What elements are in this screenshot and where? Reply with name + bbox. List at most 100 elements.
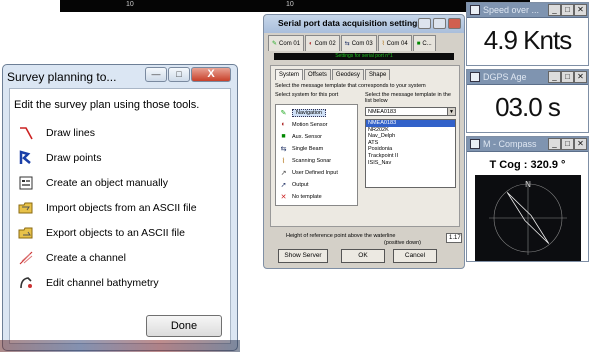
close-button[interactable]: ✕	[574, 138, 587, 150]
close-button[interactable]: ✕	[574, 4, 587, 16]
tab-com-02[interactable]: ◐ Com 02	[305, 35, 340, 51]
tab-shape[interactable]: Shape	[364, 69, 391, 80]
minimize-button[interactable]: _	[548, 138, 561, 150]
tool-label: Edit channel bathymetry	[46, 277, 159, 289]
ok-button[interactable]: OK	[341, 249, 385, 263]
tool-label: Create an object manually	[46, 177, 168, 189]
no-template-icon: ✕	[280, 193, 287, 201]
maximize-button[interactable]: □	[561, 4, 574, 16]
minimize-button[interactable]: _	[548, 71, 561, 83]
list-item[interactable]: Trackpoint II	[366, 153, 455, 160]
top-bar-label-right: 10	[286, 1, 294, 8]
settings-panel: System Offsets Geodesy Shape Select the …	[270, 65, 460, 227]
background-strip	[0, 340, 240, 352]
tool-label: Create a channel	[46, 252, 126, 264]
instruction-text: Select the message template that corresp…	[275, 83, 426, 89]
list-item[interactable]: NMEA0183	[366, 120, 455, 127]
height-label: Height of reference point above the wate…	[286, 233, 396, 239]
maximize-button[interactable]: □	[561, 138, 574, 150]
list-item[interactable]: Nav_Delph	[366, 133, 455, 140]
system-item-motion-sensor[interactable]: ◐ Motion Sensor	[279, 119, 327, 130]
maximize-button[interactable]: □	[168, 67, 190, 82]
template-label: Select the message template in the list …	[365, 92, 451, 104]
survey-planning-window: Survey planning to... — □ X Edit the sur…	[2, 64, 238, 351]
tab-offsets[interactable]: Offsets	[304, 69, 331, 80]
speed-title: Speed over ...	[483, 5, 540, 15]
system-item-user-defined[interactable]: ↗ User Defined Input	[279, 167, 338, 178]
dgps-titlebar: DGPS Age _ □ ✕	[467, 70, 588, 85]
output-icon: ➚	[280, 181, 287, 189]
height-input[interactable]: 1.17	[446, 233, 462, 243]
export-folder-icon	[16, 223, 36, 243]
single-beam-icon: ⇆	[280, 145, 287, 153]
draw-lines-icon	[16, 123, 36, 143]
template-dropdown[interactable]: NMEA0183 ▼	[365, 107, 456, 116]
speed-titlebar: Speed over ... _ □ ✕	[467, 3, 588, 18]
minimize-button[interactable]: _	[548, 4, 561, 16]
compass-window: M - Compass _ □ ✕ T Cog : 320.9 ° N	[466, 136, 589, 262]
motion-sensor-icon: ◐	[281, 121, 286, 128]
system-item-no-template[interactable]: ✕ No template	[279, 191, 322, 202]
list-item[interactable]: ISIS_Nav	[366, 160, 455, 167]
tab-geodesy[interactable]: Geodesy	[331, 69, 364, 80]
speed-window: Speed over ... _ □ ✕ 4.9 Knts	[466, 2, 589, 66]
tab-com-05[interactable]: ■ C...	[412, 35, 436, 51]
app-icon	[470, 72, 480, 82]
edit-bathymetry-icon	[16, 273, 36, 293]
create-object-icon	[16, 173, 36, 193]
chevron-down-icon[interactable]: ▼	[447, 108, 455, 115]
app-icon	[470, 5, 480, 15]
tool-create-channel[interactable]: Create a channel	[16, 247, 126, 269]
height-hint: (positive down)	[384, 240, 421, 246]
system-item-output[interactable]: ➚ Output	[279, 179, 309, 190]
dgps-age-window: DGPS Age _ □ ✕ 03.0 s	[466, 69, 589, 133]
maximize-button[interactable]: □	[561, 71, 574, 83]
close-button[interactable]: X	[191, 67, 231, 82]
serial-port-window: Serial port data acquisition settings ✎ C…	[263, 14, 465, 269]
com-tabs: ✎ Com 01 ◐ Com 02 ⇆ Com 03 ⌇ Com 04 ■ C...	[268, 35, 463, 51]
maximize-button[interactable]	[433, 18, 446, 29]
survey-panel: Edit the survey plan using those tools. …	[9, 88, 231, 344]
tab-system[interactable]: System	[275, 69, 304, 80]
tool-import-ascii[interactable]: Import objects from an ASCII file	[16, 197, 197, 219]
system-item-single-beam[interactable]: ⇆ Single Beam	[279, 143, 324, 154]
tool-draw-points[interactable]: Draw points	[16, 147, 101, 169]
minimize-button[interactable]	[418, 18, 431, 29]
system-item-scanning-sonar[interactable]: ⌇ Scanning Sonar	[279, 155, 331, 166]
show-server-button[interactable]: Show Server	[278, 249, 328, 263]
cancel-button[interactable]: Cancel	[393, 249, 437, 263]
close-button[interactable]	[448, 18, 461, 29]
compass-dial: N	[475, 175, 581, 261]
aux-sensor-icon: ■	[281, 133, 286, 140]
tab-com-04[interactable]: ⌇ Com 04	[377, 35, 412, 51]
speed-value: 4.9 Knts	[483, 25, 572, 55]
tab-com-01[interactable]: ✎ Com 01	[268, 35, 305, 51]
system-item-aux-sensor[interactable]: ■ Aux. Sensor	[279, 131, 322, 142]
import-folder-icon	[16, 198, 36, 218]
serial-titlebar: Serial port data acquisition settings	[264, 15, 464, 33]
tool-label: Draw lines	[46, 127, 96, 139]
template-list[interactable]: NMEA0183 NR202K Nav_Delph ATS Posidonia …	[365, 119, 456, 188]
list-item[interactable]: ATS	[366, 140, 455, 147]
system-list[interactable]: ✎ Navigation ◐ Motion Sensor ■ Aux. Sensor …	[275, 104, 358, 206]
inner-tabs: System Offsets Geodesy Shape	[275, 69, 391, 80]
tool-export-ascii[interactable]: Export objects to an ASCII file	[16, 222, 185, 244]
window-controls: — □ X	[145, 67, 231, 84]
done-button[interactable]: Done	[146, 315, 222, 337]
system-item-navigation[interactable]: ✎ Navigation	[279, 107, 326, 118]
close-button[interactable]: ✕	[574, 71, 587, 83]
navigation-icon: ✎	[280, 109, 287, 117]
background-toolbar: 10 10	[60, 0, 530, 12]
draw-points-icon	[16, 148, 36, 168]
dgps-value: 03.0 s	[495, 92, 561, 122]
tool-create-object[interactable]: Create an object manually	[16, 172, 168, 194]
panel-heading: Edit the survey plan using those tools.	[14, 99, 200, 111]
list-item[interactable]: NR202K	[366, 127, 455, 134]
tool-draw-lines[interactable]: Draw lines	[16, 122, 95, 144]
list-item[interactable]: Posidonia	[366, 146, 455, 153]
cog-readout: T Cog : 320.9 °	[489, 159, 566, 171]
tool-edit-bathymetry[interactable]: Edit channel bathymetry	[16, 272, 159, 294]
user-defined-icon: ↗	[280, 169, 287, 177]
tab-com-03[interactable]: ⇆ Com 03	[340, 35, 377, 51]
minimize-button[interactable]: —	[145, 67, 167, 82]
